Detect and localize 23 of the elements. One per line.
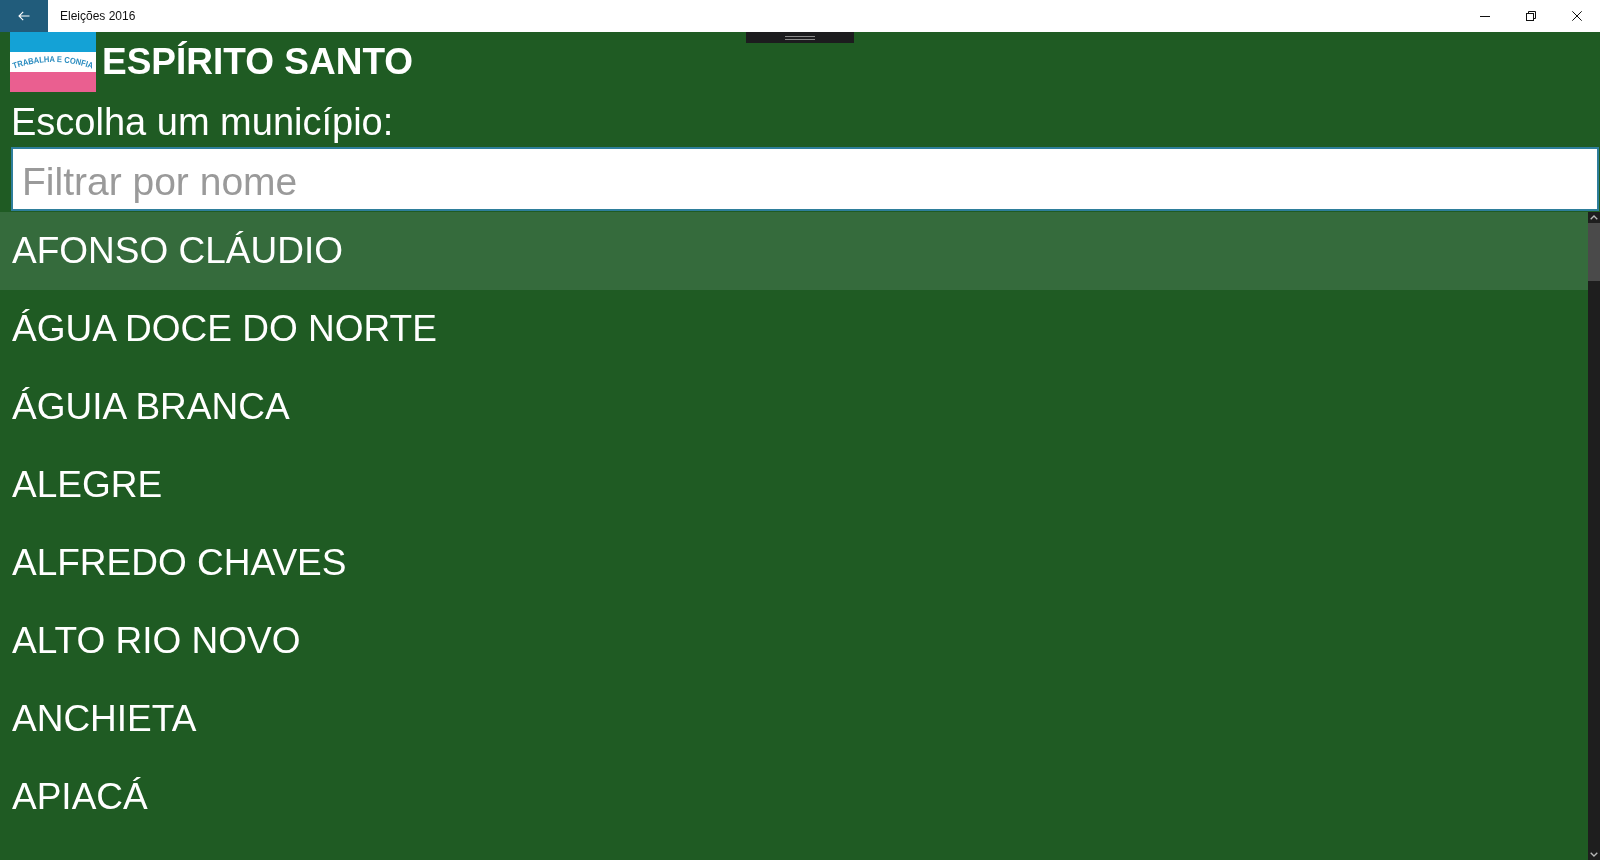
municipality-item[interactable]: AFONSO CLÁUDIO <box>0 212 1588 290</box>
scroll-down-icon[interactable] <box>1590 852 1598 857</box>
municipality-item[interactable]: ÁGUIA BRANCA <box>0 368 1588 446</box>
municipality-item[interactable]: ÁGUA DOCE DO NORTE <box>0 290 1588 368</box>
flag-motto: TRABALHA E CONFIA <box>11 54 96 71</box>
municipality-item[interactable]: ANCHIETA <box>0 680 1588 758</box>
search-field[interactable]: Filtrar por nome <box>11 147 1599 211</box>
municipality-item[interactable]: ALTO RIO NOVO <box>0 602 1588 680</box>
municipality-item[interactable]: ALEGRE <box>0 446 1588 524</box>
scrollbar[interactable] <box>1588 212 1600 860</box>
scrollbar-thumb[interactable] <box>1588 223 1600 281</box>
minimize-icon <box>1480 15 1490 17</box>
municipality-item[interactable]: ALFREDO CHAVES <box>0 524 1588 602</box>
drag-handle[interactable] <box>746 32 854 43</box>
municipality-item[interactable]: APIACÁ <box>0 758 1588 836</box>
arrow-left-icon <box>18 11 30 21</box>
window-title: Eleições 2016 <box>60 9 136 23</box>
scroll-up-icon[interactable] <box>1590 215 1598 220</box>
restore-icon <box>1526 11 1536 21</box>
prompt-label: Escolha um município: <box>10 100 394 145</box>
state-title: ESPÍRITO SANTO <box>102 40 414 84</box>
close-icon <box>1572 11 1582 21</box>
back-button[interactable] <box>0 0 48 32</box>
